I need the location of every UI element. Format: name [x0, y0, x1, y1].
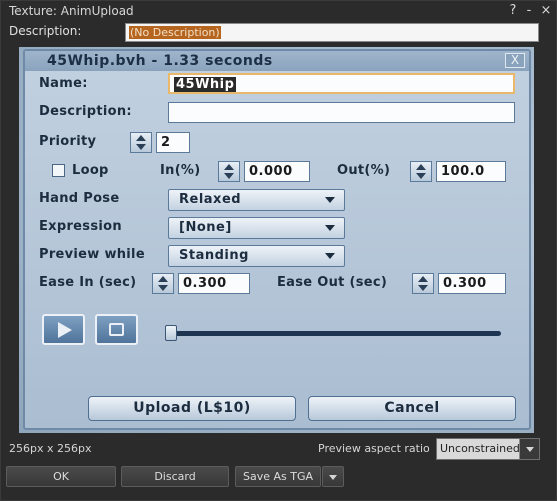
- out-field: 100.0: [436, 161, 506, 182]
- anim-description-label: Description:: [39, 104, 132, 119]
- ok-button[interactable]: OK: [6, 466, 116, 487]
- close-icon[interactable]: ×: [539, 1, 553, 21]
- in-label: In(%): [160, 163, 201, 178]
- preview-while-combo: Standing: [168, 245, 345, 267]
- ease-out-spinner-icon: [412, 273, 434, 294]
- out-label: Out(%): [337, 163, 391, 178]
- hand-pose-value: Relaxed: [179, 192, 242, 207]
- out-spinner-icon: [410, 161, 432, 182]
- in-field: 0.000: [244, 161, 310, 182]
- loop-label: Loop: [72, 163, 109, 178]
- priority-label: Priority: [39, 134, 97, 149]
- preview-while-label: Preview while: [39, 247, 145, 262]
- cancel-button: Cancel: [308, 396, 516, 421]
- stop-button: [95, 314, 138, 345]
- play-icon: [58, 322, 72, 338]
- window-titlebar[interactable]: Texture: AnimUpload: [1, 1, 556, 21]
- anim-dialog-title: 45Whip.bvh - 1.33 seconds: [25, 51, 529, 71]
- save-as-dropdown-icon[interactable]: [322, 466, 344, 487]
- preview-while-arrow-icon: [325, 253, 335, 259]
- expression-arrow-icon: [325, 225, 335, 231]
- minimize-icon[interactable]: -: [522, 1, 536, 21]
- ease-in-field: 0.300: [178, 273, 250, 294]
- aspect-ratio-value: Unconstrained: [440, 442, 520, 455]
- aspect-ratio-combo[interactable]: Unconstrained: [436, 438, 540, 460]
- priority-spinner-icon: [130, 132, 152, 153]
- description-label: Description:: [9, 24, 82, 38]
- hand-pose-label: Hand Pose: [39, 191, 120, 206]
- aspect-ratio-label: Preview aspect ratio: [318, 442, 430, 455]
- ease-in-label: Ease In (sec): [39, 275, 137, 290]
- name-value: 45Whip: [174, 77, 237, 92]
- stop-icon: [109, 323, 124, 336]
- anim-upload-dialog-image: 45Whip.bvh - 1.33 seconds X Name: 45Whip…: [23, 49, 531, 430]
- expression-combo: [None]: [168, 217, 345, 239]
- upload-button: Upload (L$10): [88, 396, 296, 421]
- preview-while-value: Standing: [179, 248, 249, 263]
- description-field[interactable]: (No Description): [125, 23, 539, 42]
- description-row: Description: (No Description): [1, 22, 556, 44]
- name-field: 45Whip: [168, 73, 515, 94]
- save-as-tga-button[interactable]: Save As TGA: [235, 466, 321, 487]
- texture-preview-floater: Texture: AnimUpload ? - × Description: (…: [0, 0, 557, 501]
- anim-description-field: [168, 102, 515, 123]
- hand-pose-combo: Relaxed: [168, 189, 345, 211]
- window-title: Texture: AnimUpload: [9, 4, 134, 18]
- expression-label: Expression: [39, 219, 122, 234]
- playback-slider-thumb: [165, 325, 177, 341]
- loop-checkbox: [52, 164, 65, 177]
- priority-field: 2: [156, 132, 190, 153]
- help-icon[interactable]: ?: [506, 1, 520, 21]
- ease-out-field: 0.300: [438, 273, 506, 294]
- texture-dimensions: 256px x 256px: [9, 442, 92, 455]
- play-button: [42, 314, 85, 345]
- in-spinner-icon: [218, 161, 240, 182]
- aspect-ratio-dropdown-icon[interactable]: [519, 439, 539, 459]
- description-value: (No Description): [129, 26, 221, 39]
- discard-button[interactable]: Discard: [121, 466, 229, 487]
- ease-out-label: Ease Out (sec): [277, 275, 388, 290]
- anim-close-icon: X: [505, 53, 525, 68]
- playback-slider-track: [171, 331, 501, 336]
- name-label: Name:: [39, 76, 88, 91]
- ease-in-spinner-icon: [152, 273, 174, 294]
- expression-value: [None]: [179, 220, 232, 235]
- hand-pose-arrow-icon: [325, 197, 335, 203]
